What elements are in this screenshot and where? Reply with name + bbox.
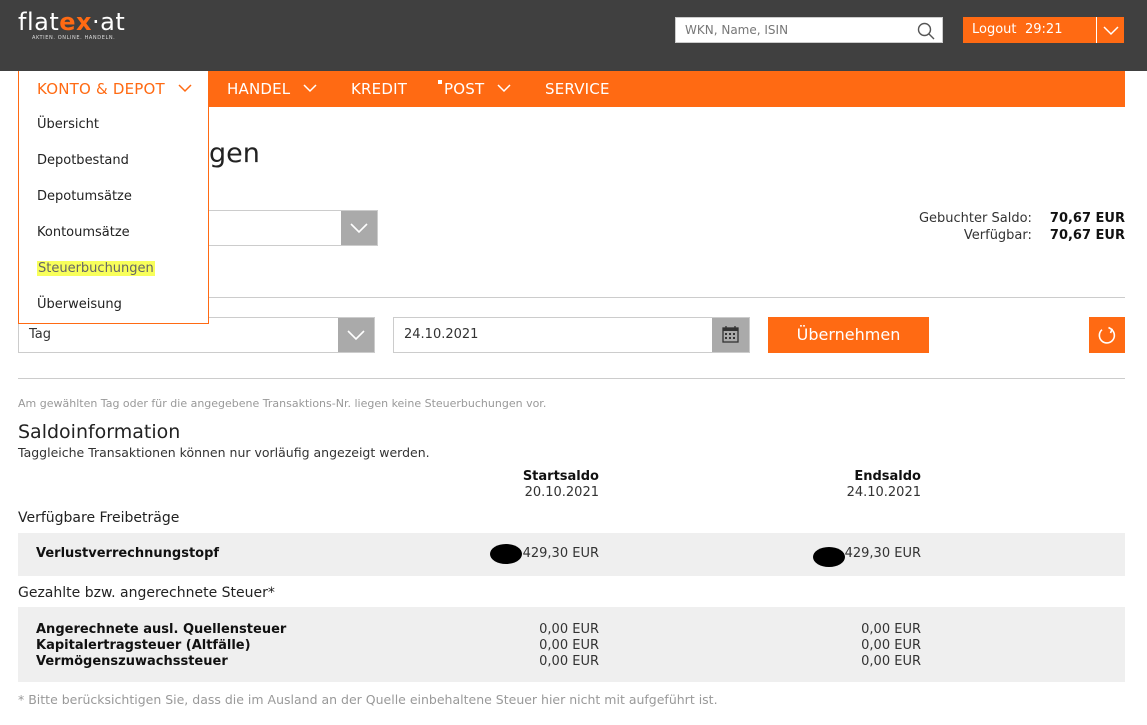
logout-control: Logout 29:21 bbox=[963, 17, 1124, 43]
row-start-value: 429,30 EUR bbox=[522, 546, 599, 561]
divider bbox=[18, 378, 1125, 379]
menu-item-depotbestand[interactable]: Depotbestand bbox=[37, 153, 129, 168]
menu-item-depotumsaetze[interactable]: Depotumsätze bbox=[37, 189, 132, 204]
nav-konto-depot[interactable]: KONTO & DEPOT bbox=[18, 71, 209, 107]
logout-button[interactable]: Logout bbox=[972, 22, 1017, 37]
chevron-down-icon bbox=[497, 70, 511, 106]
saldo-subtitle: Taggleiche Transaktionen können nur vorl… bbox=[18, 445, 430, 460]
konto-depot-menu: Übersicht Depotbestand Depotumsätze Kont… bbox=[18, 106, 209, 324]
nav-label: POST bbox=[444, 80, 485, 98]
search-input[interactable] bbox=[676, 18, 910, 42]
search-box bbox=[675, 17, 943, 43]
row-end-value: 429,30 EUR bbox=[844, 546, 921, 561]
nav-label: SERVICE bbox=[545, 80, 610, 98]
booked-balance-label: Gebuchter Saldo: bbox=[918, 211, 1032, 226]
menu-item-uebersicht[interactable]: Übersicht bbox=[37, 117, 99, 132]
nav-kredit[interactable]: KREDIT bbox=[351, 71, 407, 107]
menu-item-ueberweisung[interactable]: Überweisung bbox=[37, 297, 122, 312]
saldo-title: Saldoinformation bbox=[18, 421, 181, 443]
row-start-value: 0,00 EUR bbox=[539, 622, 599, 637]
nav-service[interactable]: SERVICE bbox=[545, 71, 610, 107]
date-field[interactable]: 24.10.2021 bbox=[393, 317, 750, 353]
end-header-date: 24.10.2021 bbox=[846, 485, 921, 500]
row-end-value: 0,00 EUR bbox=[861, 638, 921, 653]
nav-label: HANDEL bbox=[227, 80, 291, 98]
start-balance-header: Startsaldo 20.10.2021 bbox=[399, 469, 599, 501]
logo-wordmark: flatex·at bbox=[18, 8, 126, 36]
start-header-label: Startsaldo bbox=[522, 469, 599, 484]
group-title-freibetraege: Verfügbare Freibeträge bbox=[18, 510, 180, 526]
chevron-down-icon[interactable] bbox=[1102, 22, 1120, 42]
row-end-value: 0,00 EUR bbox=[861, 622, 921, 637]
end-balance-header: Endsaldo 24.10.2021 bbox=[721, 469, 921, 501]
row-label: Angerechnete ausl. Quellensteuer bbox=[36, 622, 287, 637]
top-header: flatex·at AKTIEN. ONLINE. HANDELN. Logou… bbox=[0, 0, 1147, 71]
menu-item-kontoumsaetze[interactable]: Kontoumsätze bbox=[37, 225, 130, 240]
row-label: Verlustverrechnungstopf bbox=[36, 546, 220, 561]
row-end-value: 0,00 EUR bbox=[861, 654, 921, 669]
date-value: 24.10.2021 bbox=[404, 327, 479, 342]
chevron-down-icon bbox=[303, 70, 317, 106]
session-timer: 29:21 bbox=[1025, 22, 1063, 37]
group-title-steuer: Gezahlte bzw. angerechnete Steuer* bbox=[18, 585, 275, 601]
available-balance-label: Verfügbar: bbox=[963, 228, 1032, 243]
nav-label: KREDIT bbox=[351, 80, 408, 98]
no-entries-notice: Am gewählten Tag oder für die angegebene… bbox=[18, 397, 547, 410]
nav-label: KONTO & DEPOT bbox=[37, 80, 165, 98]
row-label: Vermögenszuwachssteuer bbox=[36, 654, 228, 669]
select-toggle[interactable] bbox=[341, 211, 377, 245]
apply-button[interactable]: Übernehmen bbox=[768, 317, 929, 353]
refresh-icon[interactable] bbox=[1089, 317, 1125, 353]
end-header-label: Endsaldo bbox=[854, 469, 921, 484]
flatex-logo[interactable]: flatex·at AKTIEN. ONLINE. HANDELN. bbox=[18, 8, 125, 41]
select-toggle[interactable] bbox=[338, 318, 374, 352]
unread-dot bbox=[438, 80, 442, 84]
balance-summary: Gebuchter Saldo: 70,67 EUR Verfügbar: 70… bbox=[919, 210, 1125, 244]
available-balance-value: 70,67 EUR bbox=[1049, 228, 1125, 243]
nav-handel[interactable]: HANDEL bbox=[227, 71, 317, 107]
nav-post[interactable]: POST bbox=[438, 70, 511, 107]
row-start-value: 0,00 EUR bbox=[539, 638, 599, 653]
logout-divider bbox=[1096, 17, 1097, 43]
logo-tagline: AKTIEN. ONLINE. HANDELN. bbox=[32, 35, 116, 41]
calendar-icon[interactable] bbox=[712, 318, 749, 352]
main-nav: KONTO & DEPOT HANDEL KREDIT POST SERVICE bbox=[18, 71, 1125, 107]
period-select-value: Tag bbox=[29, 327, 52, 342]
search-icon[interactable] bbox=[917, 22, 935, 44]
footnote: * Bitte berücksichtigen Sie, dass die im… bbox=[18, 692, 718, 707]
row-label: Kapitalertragsteuer (Altfälle) bbox=[36, 638, 251, 653]
booked-balance-value: 70,67 EUR bbox=[1049, 211, 1125, 226]
start-header-date: 20.10.2021 bbox=[524, 485, 599, 500]
menu-item-steuerbuchungen[interactable]: Steuerbuchungen bbox=[37, 261, 155, 276]
row-start-value: 0,00 EUR bbox=[539, 654, 599, 669]
chevron-down-icon bbox=[178, 70, 192, 106]
